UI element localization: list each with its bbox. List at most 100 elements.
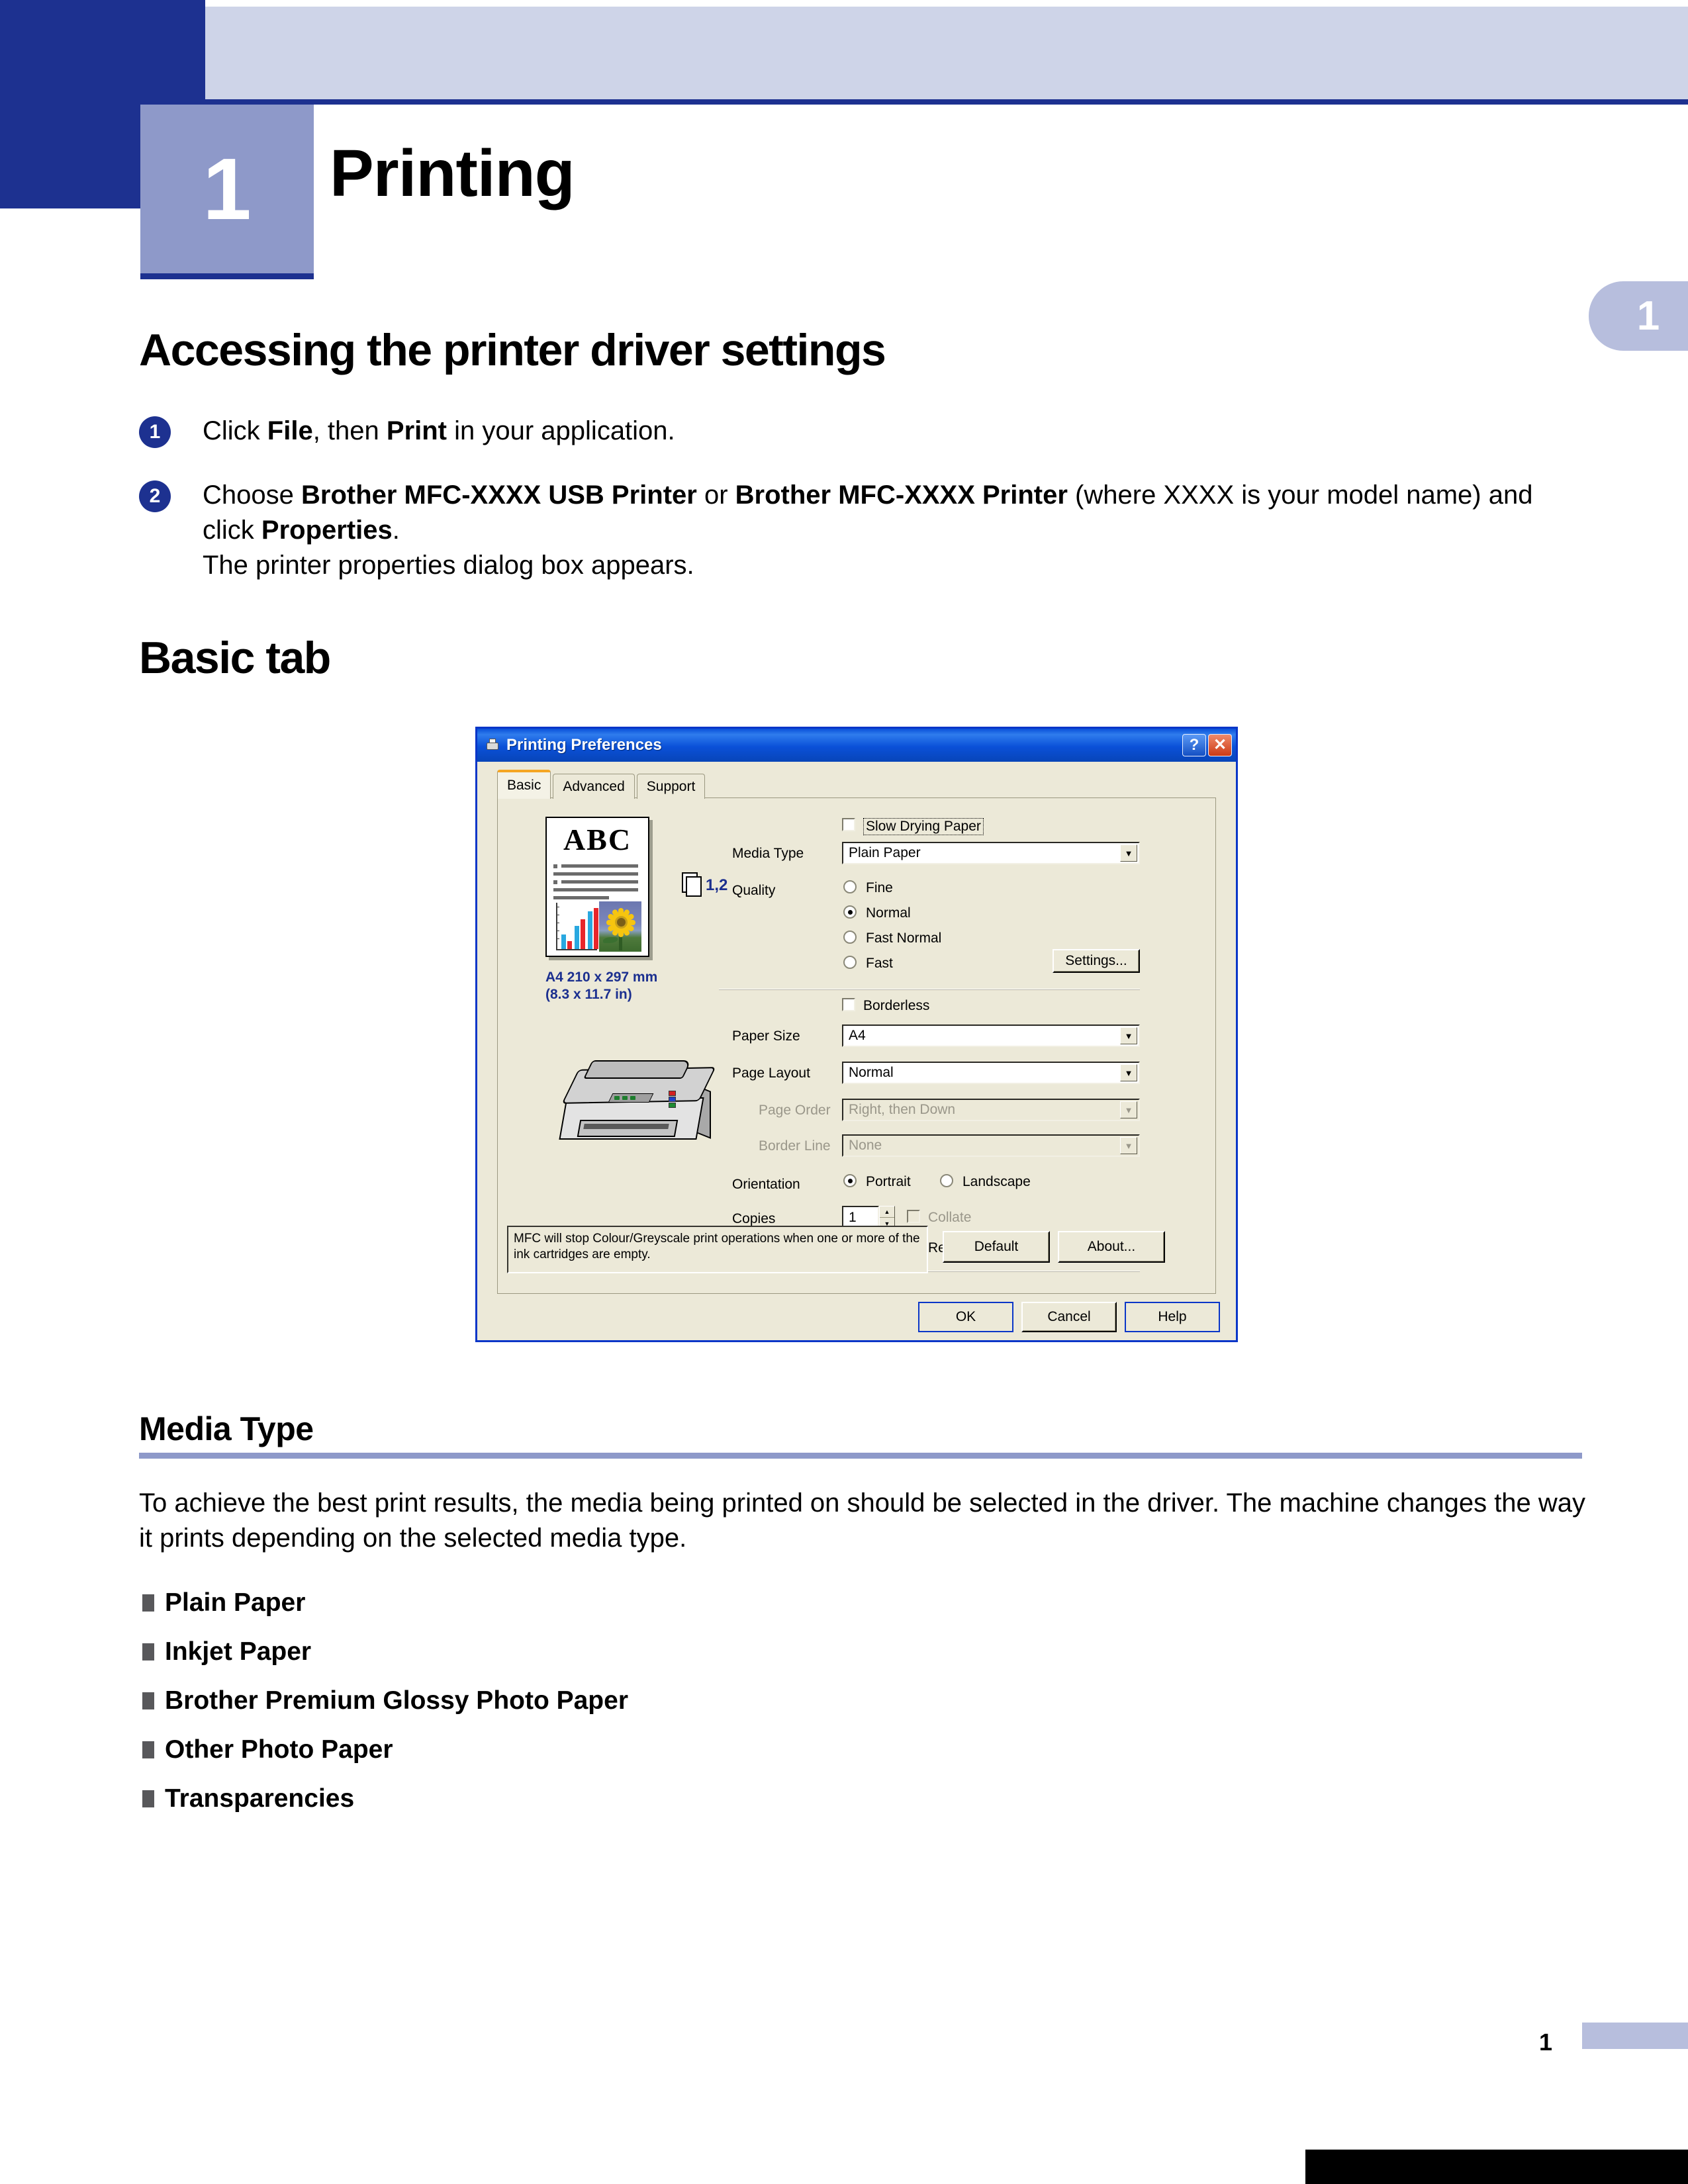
help-button[interactable]: Help [1125, 1302, 1220, 1332]
copies-value: 1 [849, 1210, 857, 1225]
close-icon[interactable]: ✕ [1208, 734, 1232, 756]
quality-label-fast-normal[interactable]: Fast Normal [866, 931, 941, 946]
step-text: Click File, then Print in your applicati… [203, 416, 675, 445]
square-bullet-icon [142, 1692, 154, 1709]
about-button[interactable]: About... [1058, 1231, 1165, 1263]
quality-radio-fast-normal[interactable] [843, 931, 857, 944]
tab-support[interactable]: Support [636, 774, 706, 799]
orientation-label-portrait[interactable]: Portrait [866, 1174, 911, 1190]
media-type-list: Plain Paper Inkjet Paper Brother Premium… [142, 1578, 1585, 1823]
dialog-tab-panel: ABC 1,2 A4 210 x 297 mm (8.3 x 11.7 in) … [497, 797, 1216, 1294]
settings-button[interactable]: Settings... [1053, 949, 1140, 973]
default-button[interactable]: Default [943, 1231, 1050, 1263]
quality-label: Quality [732, 883, 776, 898]
chevron-down-icon: ▼ [1120, 1137, 1137, 1154]
collate-checkbox [907, 1210, 920, 1223]
list-item-label: Brother Premium Glossy Photo Paper [165, 1686, 629, 1715]
quality-label-fast[interactable]: Fast [866, 956, 893, 972]
step-number-badge: 1 [139, 416, 171, 448]
numbered-step: 1 Click File, then Print in your applica… [139, 414, 1582, 449]
orientation-radio-landscape[interactable] [940, 1174, 953, 1187]
printing-preferences-dialog: Printing Preferences ? ✕ Basic Advanced … [475, 727, 1238, 1342]
step-text: Choose Brother MFC-XXXX USB Printer or B… [203, 480, 1533, 580]
paper-size-info: A4 210 x 297 mm (8.3 x 11.7 in) [545, 969, 657, 1004]
ink-status-message: MFC will stop Colour/Greyscale print ope… [507, 1226, 928, 1273]
paper-size-value: A4 [849, 1028, 866, 1043]
quality-radio-normal[interactable] [843, 905, 857, 919]
square-bullet-icon [142, 1790, 154, 1807]
subsection-rule [139, 1453, 1582, 1459]
list-item: Plain Paper [142, 1578, 1585, 1627]
tab-basic[interactable]: Basic [497, 770, 551, 799]
header-rule [205, 99, 1688, 105]
list-item: Inkjet Paper [142, 1627, 1585, 1676]
list-item: Other Photo Paper [142, 1725, 1585, 1774]
media-type-combobox[interactable]: Plain Paper ▼ [842, 842, 1140, 864]
header-blue-stub [0, 106, 147, 208]
step-number-badge: 2 [139, 480, 171, 512]
header-blue-block [0, 0, 205, 106]
quality-label-fine[interactable]: Fine [866, 880, 893, 896]
quality-label-normal[interactable]: Normal [866, 905, 911, 921]
page-order-label: Page Order [759, 1103, 831, 1118]
chevron-down-icon[interactable]: ▼ [1120, 844, 1137, 862]
chapter-side-tab: 1 [1589, 281, 1688, 351]
pages-per-sheet-indicator: 1,2 [682, 872, 739, 900]
section-heading-basic-tab: Basic tab [139, 633, 331, 683]
slow-drying-paper-checkbox[interactable] [842, 818, 855, 831]
square-bullet-icon [142, 1643, 154, 1661]
list-item-label: Transparencies [165, 1784, 355, 1813]
quality-radio-fast[interactable] [843, 956, 857, 969]
section-separator-1 [719, 989, 1140, 990]
chapter-number: 1 [203, 140, 252, 238]
orientation-radio-portrait[interactable] [843, 1174, 857, 1187]
list-item-label: Plain Paper [165, 1588, 306, 1617]
footer-black-bar [1305, 2150, 1688, 2184]
orientation-label-landscape[interactable]: Landscape [962, 1174, 1031, 1190]
media-type-label: Media Type [732, 846, 804, 861]
dialog-button-bar: OK Cancel Help [477, 1302, 1236, 1340]
tab-advanced[interactable]: Advanced [553, 774, 635, 799]
help-icon[interactable]: ? [1182, 734, 1206, 756]
copies-badge-label: 1,2 [706, 876, 728, 894]
border-line-combobox: None ▼ [842, 1134, 1140, 1157]
paper-info-line-1: A4 210 x 297 mm [545, 970, 658, 985]
border-line-value: None [849, 1138, 882, 1153]
list-item: Transparencies [142, 1774, 1585, 1823]
chevron-down-icon: ▼ [1120, 1101, 1137, 1118]
borderless-label[interactable]: Borderless [863, 998, 929, 1014]
dialog-titlebar: Printing Preferences ? ✕ [477, 729, 1236, 762]
square-bullet-icon [142, 1594, 154, 1612]
border-line-label: Border Line [759, 1138, 831, 1154]
ok-button[interactable]: OK [918, 1302, 1013, 1332]
list-item-label: Other Photo Paper [165, 1735, 393, 1764]
chapter-block-underline [140, 273, 314, 279]
page-layout-combobox[interactable]: Normal ▼ [842, 1062, 1140, 1084]
chevron-down-icon[interactable]: ▼ [1120, 1064, 1137, 1081]
cancel-button[interactable]: Cancel [1021, 1302, 1117, 1332]
preview-photo-sunflower [599, 901, 641, 952]
stepper-up-icon[interactable]: ▲ [880, 1206, 894, 1218]
dialog-title: Printing Preferences [506, 736, 662, 754]
slow-drying-paper-label[interactable]: Slow Drying Paper [863, 818, 984, 835]
chevron-down-icon[interactable]: ▼ [1120, 1027, 1137, 1044]
orientation-label: Orientation [732, 1177, 800, 1192]
footer-accent-bar [1582, 2023, 1688, 2049]
media-type-paragraph: To achieve the best print results, the m… [139, 1488, 1586, 1553]
document-page: 1 Printing 1 Accessing the printer drive… [0, 0, 1688, 2184]
paper-size-combobox[interactable]: A4 ▼ [842, 1024, 1140, 1047]
borderless-checkbox[interactable] [842, 998, 855, 1011]
page-layout-label: Page Layout [732, 1066, 810, 1081]
header-lavender-band [205, 7, 1688, 99]
subsection-heading-media-type: Media Type [139, 1410, 314, 1447]
printer-illustration [556, 1056, 722, 1162]
quality-radio-fine[interactable] [843, 880, 857, 893]
page-order-combobox: Right, then Down ▼ [842, 1099, 1140, 1121]
copies-label: Copies [732, 1211, 776, 1226]
list-item-label: Inkjet Paper [165, 1637, 312, 1666]
dialog-tabstrip: Basic Advanced Support [497, 770, 707, 799]
page-order-value: Right, then Down [849, 1102, 956, 1117]
chapter-title: Printing [330, 136, 575, 210]
collate-label: Collate [928, 1210, 972, 1225]
document-preview: ABC [545, 817, 649, 957]
